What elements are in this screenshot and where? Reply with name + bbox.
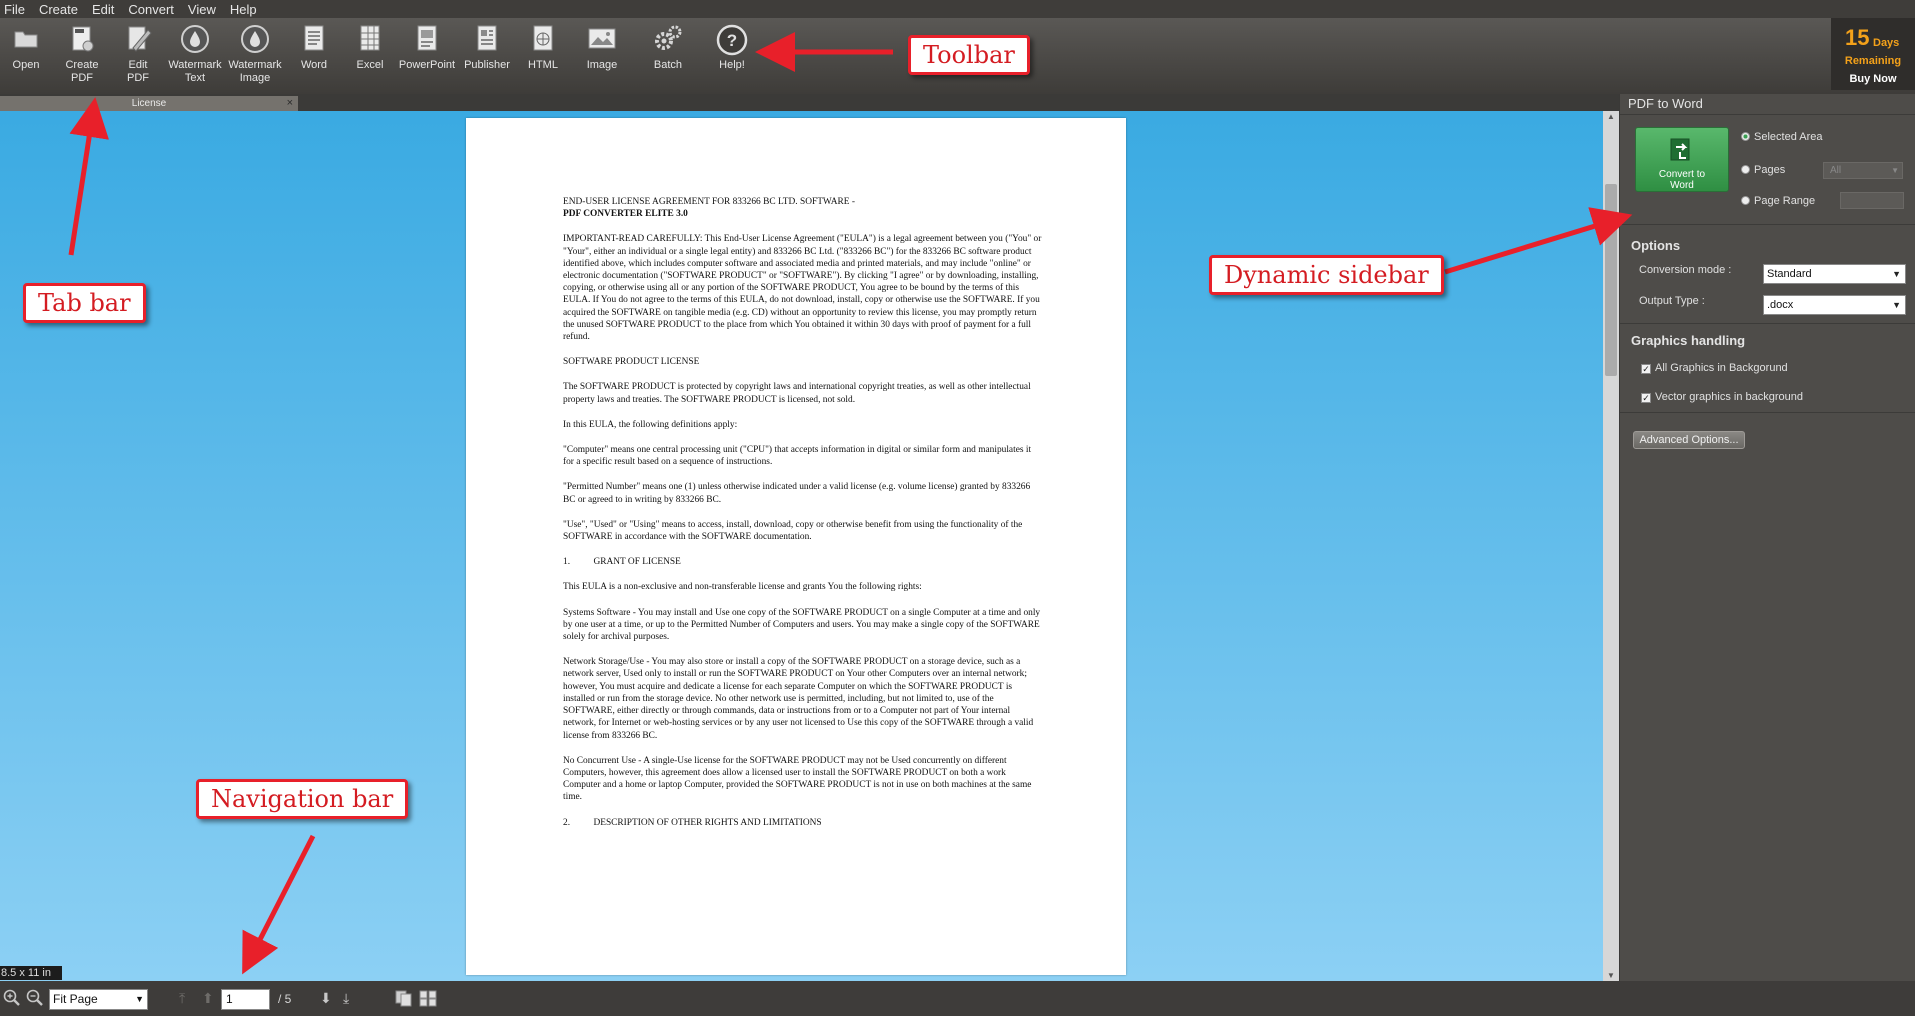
pdf-converter-window: { "menu": ["File","Create","Edit","Conve… <box>0 0 1915 1016</box>
sidebar-annotation-arrow <box>1444 207 1633 275</box>
dynamic-sidebar-callout: Dynamic sidebar <box>1209 255 1444 295</box>
navigation-bar-callout: Navigation bar <box>196 779 409 819</box>
toolbar-callout: Toolbar <box>908 35 1030 75</box>
navigation-bar-annotation-arrow <box>242 834 316 975</box>
tab-bar-callout: Tab bar <box>23 283 146 323</box>
tab-bar-annotation-arrow <box>68 97 109 256</box>
annotation-arrows <box>68 32 1633 975</box>
